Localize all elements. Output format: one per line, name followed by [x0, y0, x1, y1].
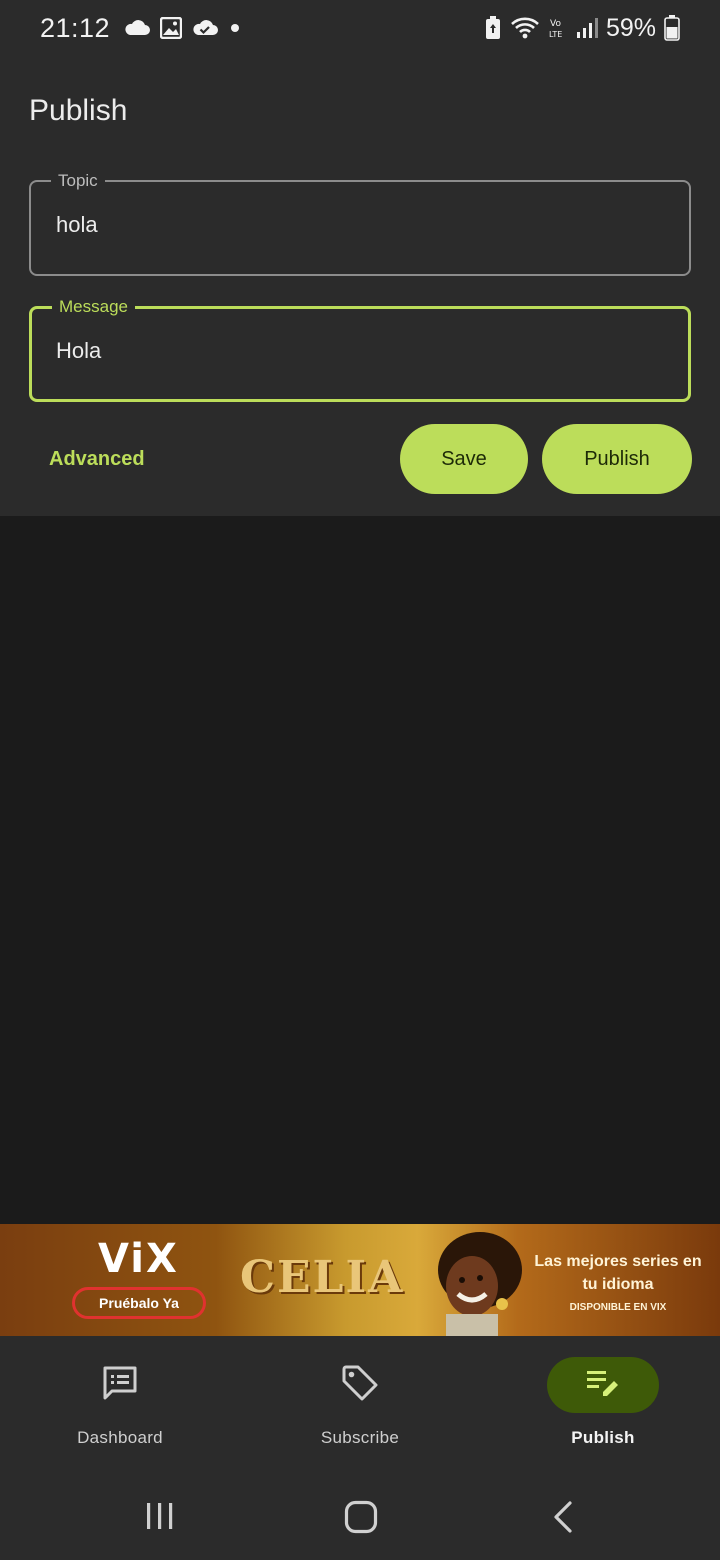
ad-portrait-image — [438, 1232, 522, 1336]
status-bar: 21:12 Vo LTE 59% — [0, 0, 720, 56]
nav-item-subscribe[interactable]: Subscribe — [240, 1336, 480, 1470]
nav-item-publish[interactable]: Publish — [483, 1336, 720, 1470]
ad-cta-button[interactable]: Pruébalo Ya — [72, 1287, 206, 1319]
volte-icon: Vo LTE — [548, 16, 568, 40]
ad-banner[interactable]: ViX Pruébalo Ya CELIA Las mejores series… — [0, 1224, 720, 1336]
status-time: 21:12 — [40, 12, 111, 43]
battery-saver-icon — [484, 16, 502, 40]
nav-item-dashboard[interactable]: Dashboard — [0, 1336, 240, 1470]
dashboard-icon — [101, 1364, 139, 1407]
nav-dashboard-label: Dashboard — [77, 1428, 163, 1447]
cloud-icon — [124, 19, 151, 37]
tag-icon — [340, 1363, 380, 1408]
svg-text:LTE: LTE — [549, 30, 562, 39]
image-icon — [160, 17, 183, 39]
recents-icon[interactable] — [144, 1500, 176, 1532]
message-input[interactable] — [56, 338, 656, 364]
ad-tagline: Las mejores series en tu idioma — [534, 1253, 702, 1293]
cloud-check-icon — [192, 19, 219, 37]
message-label: Message — [52, 296, 135, 318]
nav-publish-icon-wrap — [547, 1357, 659, 1413]
back-icon[interactable] — [550, 1500, 578, 1534]
publish-button[interactable]: Publish — [542, 424, 692, 494]
topic-field[interactable]: Topic — [29, 170, 691, 276]
system-navigation-bar — [0, 1470, 720, 1560]
battery-icon — [664, 15, 680, 41]
bottom-navigation: Dashboard Subscribe Publish — [0, 1336, 720, 1470]
ad-availability: DISPONIBLE EN VIX — [569, 1302, 667, 1313]
ad-show-title: CELIA — [240, 1252, 405, 1303]
dot-icon — [228, 21, 242, 35]
home-icon[interactable] — [344, 1500, 378, 1534]
wifi-icon — [510, 16, 540, 40]
ad-brand-logo: ViX — [98, 1236, 179, 1282]
publish-panel: Publish Topic Message Advanced Save Publ… — [0, 56, 720, 516]
page-title: Publish — [29, 94, 128, 127]
message-field[interactable]: Message — [29, 296, 691, 402]
publish-icon — [585, 1366, 621, 1405]
svg-text:Vo: Vo — [550, 19, 561, 29]
signal-icon — [576, 17, 598, 39]
battery-percent: 59% — [605, 13, 656, 42]
topic-input[interactable] — [56, 212, 656, 238]
status-right: Vo LTE 59% — [484, 14, 680, 43]
topic-label: Topic — [51, 170, 105, 192]
nav-dashboard-icon-wrap — [64, 1357, 176, 1413]
nav-subscribe-icon-wrap — [304, 1357, 416, 1413]
status-left: 21:12 — [40, 13, 242, 44]
nav-publish-label: Publish — [571, 1428, 635, 1447]
nav-subscribe-label: Subscribe — [320, 1428, 400, 1447]
save-button[interactable]: Save — [400, 424, 528, 494]
advanced-button[interactable]: Advanced — [49, 448, 145, 471]
